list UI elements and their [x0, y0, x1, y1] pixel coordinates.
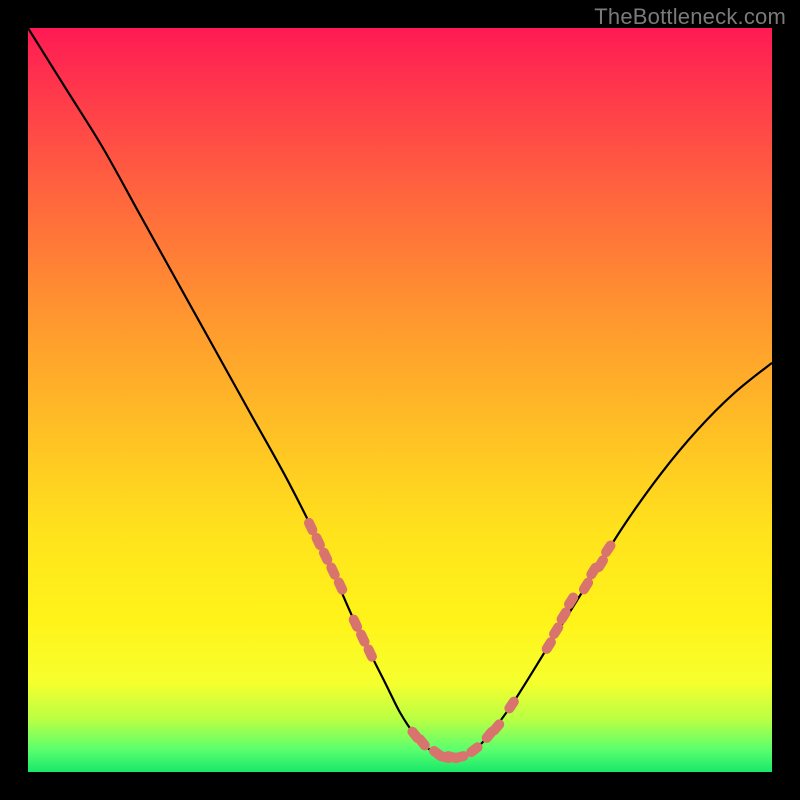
bottleneck-curve-svg — [28, 28, 772, 772]
plot-area — [28, 28, 772, 772]
watermark-text: TheBottleneck.com — [594, 4, 786, 30]
bottleneck-curve — [28, 28, 772, 758]
curve-marker — [502, 695, 520, 716]
chart-frame: TheBottleneck.com — [0, 0, 800, 800]
curve-markers — [302, 516, 617, 764]
